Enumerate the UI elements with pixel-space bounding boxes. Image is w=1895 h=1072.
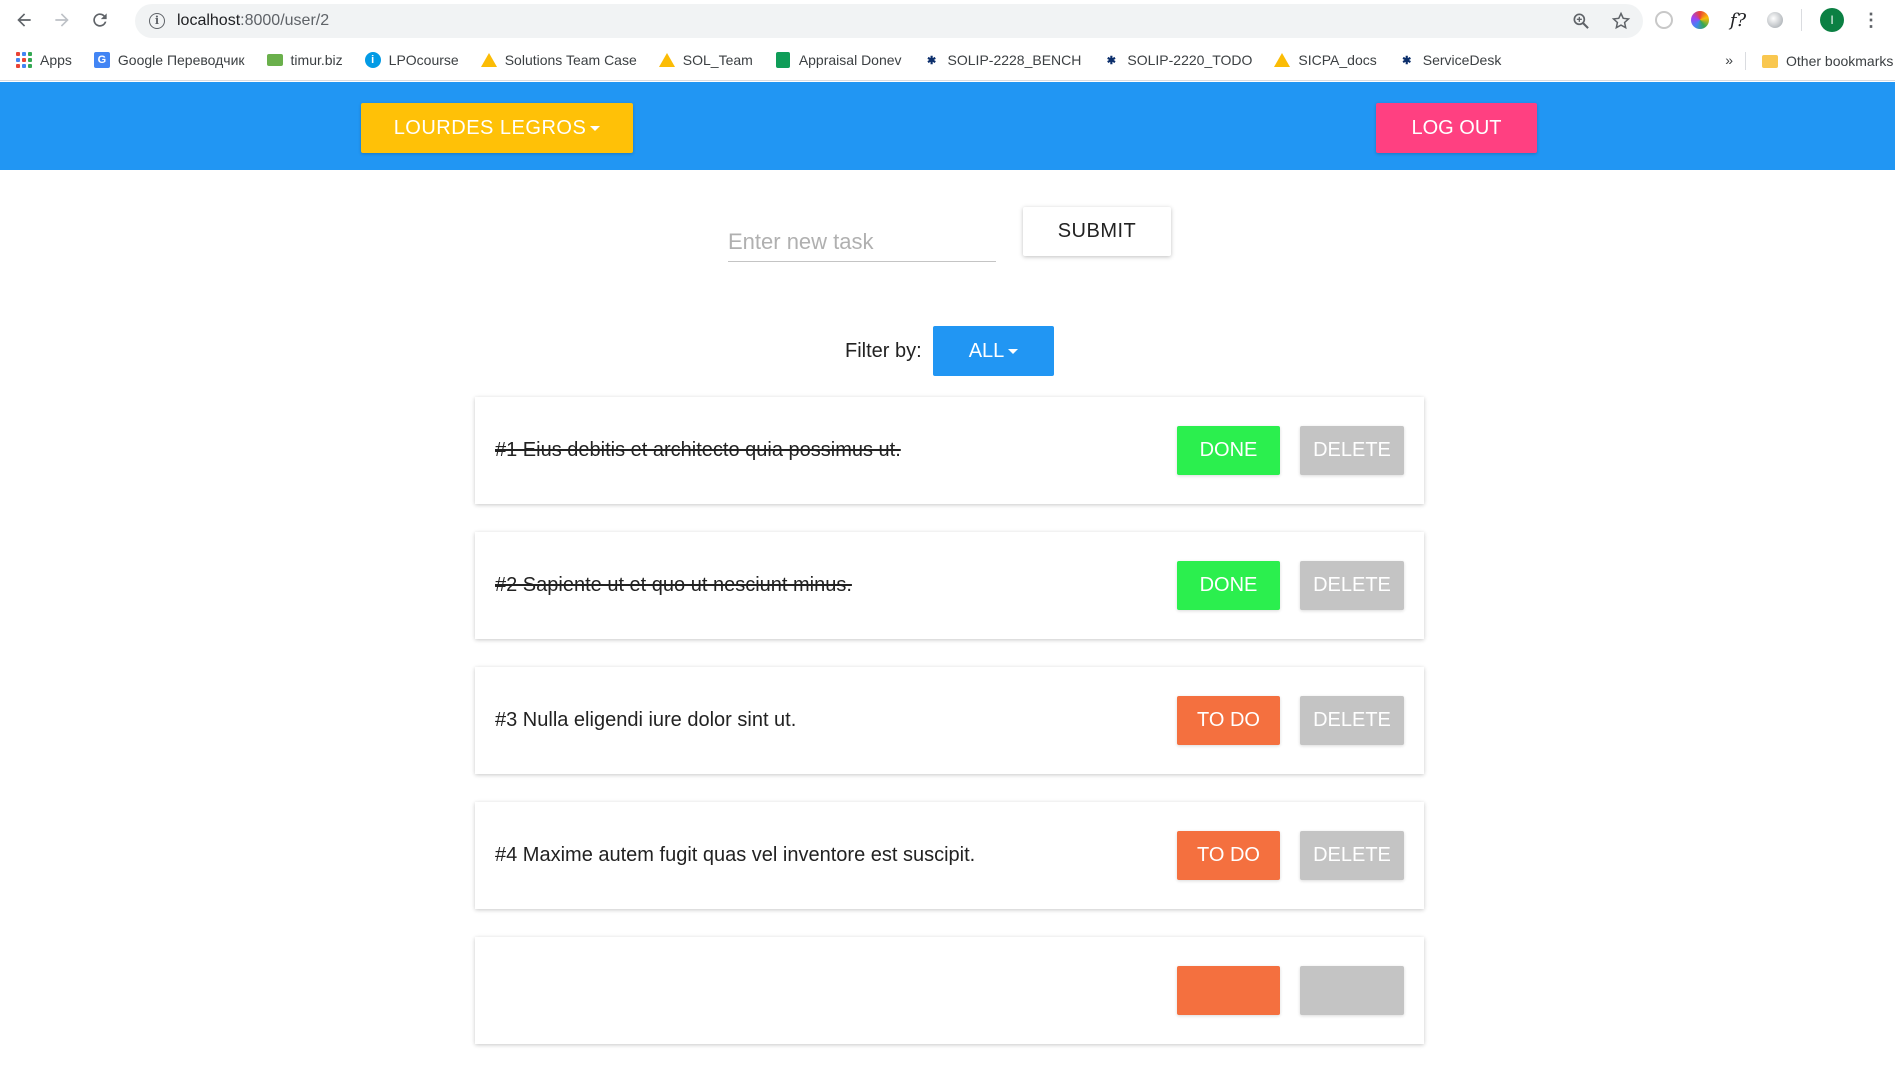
google-drive-icon (658, 52, 675, 68)
task-delete-button[interactable] (1300, 966, 1404, 1015)
bookmark-solip-2220-todo[interactable]: ✱ SOLIP-2220_TODO (1103, 52, 1253, 68)
toolbar-divider (1801, 9, 1802, 31)
bookmark-label: SOL_Team (682, 52, 753, 68)
task-text: #4 Maxime autem fugit quas vel inventore… (495, 844, 976, 866)
bookmark-star-icon[interactable] (1611, 11, 1631, 36)
task-status-button[interactable] (1177, 966, 1280, 1015)
app-header: LOURDES LEGROS LOG OUT (0, 82, 1895, 170)
jira-icon: ✱ (1402, 54, 1412, 67)
bookmark-label: timur.biz (290, 52, 343, 68)
task-delete-button[interactable]: DELETE (1300, 696, 1404, 745)
user-menu-button[interactable]: LOURDES LEGROS (361, 103, 633, 153)
circle-icon: i (364, 52, 381, 68)
url-host: localhost (177, 12, 241, 29)
back-arrow-icon[interactable] (10, 6, 38, 34)
bookmark-solip-2228-bench[interactable]: ✱ SOLIP-2228_BENCH (924, 52, 1082, 68)
bookmark-sol-team[interactable]: SOL_Team (658, 52, 753, 68)
filter-dropdown[interactable]: ALL (933, 326, 1054, 376)
google-drive-icon (1274, 52, 1291, 68)
mail-icon (266, 52, 283, 68)
bookmark-solutions-team-case[interactable]: Solutions Team Case (480, 52, 637, 68)
task-delete-button[interactable]: DELETE (1300, 831, 1404, 880)
task-card: #1 Eius debitis et architecto quia possi… (475, 397, 1424, 504)
bookmark-servicedesk[interactable]: ✱ ServiceDesk (1399, 52, 1502, 68)
task-text: #3 Nulla eligendi iure dolor sint ut. (495, 709, 797, 731)
task-status-button[interactable]: TO DO (1177, 831, 1280, 880)
extension-font-finder-icon[interactable]: f? (1727, 9, 1749, 31)
bookmark-label: Appraisal Donev (798, 52, 902, 68)
bookmarks-overflow-button[interactable]: » (1725, 52, 1733, 68)
browser-toolbar: i localhost:8000/user/2 f? I ⋮ (0, 0, 1895, 40)
bookmark-label: SOLIP-2228_BENCH (947, 52, 1082, 68)
url-text: localhost:8000/user/2 (177, 12, 329, 30)
new-task-input[interactable] (728, 222, 996, 262)
submit-button[interactable]: SUBMIT (1023, 207, 1171, 256)
url-path: :8000/user/2 (240, 12, 330, 29)
bookmark-label: LPOcourse (388, 52, 459, 68)
bookmark-google-translate[interactable]: G Google Переводчик (93, 52, 245, 68)
reload-icon[interactable] (86, 6, 114, 34)
bookmark-label: Google Переводчик (117, 52, 245, 68)
other-bookmarks-folder[interactable]: Other bookmarks (1745, 52, 1895, 70)
task-status-button[interactable]: DONE (1177, 561, 1280, 610)
logout-button[interactable]: LOG OUT (1376, 103, 1537, 153)
task-card-partial (475, 937, 1424, 1044)
bookmark-sicpa-docs[interactable]: SICPA_docs (1274, 52, 1377, 68)
extensions-area: f? I ⋮ (1655, 8, 1880, 32)
google-sheets-icon (775, 52, 791, 68)
caret-down-icon (1008, 348, 1019, 354)
jira-icon: ✱ (926, 54, 937, 67)
task-delete-button[interactable]: DELETE (1300, 426, 1404, 475)
bookmark-timur-biz[interactable]: timur.biz (266, 52, 343, 68)
bookmarks-bar: Apps G Google Переводчик timur.biz i LPO… (0, 40, 1895, 81)
forward-arrow-icon[interactable] (48, 6, 76, 34)
task-list: #1 Eius debitis et architecto quia possi… (475, 397, 1424, 1072)
task-status-button[interactable]: DONE (1177, 426, 1280, 475)
bookmark-label: ServiceDesk (1422, 52, 1502, 68)
google-translate-icon: G (93, 52, 110, 68)
task-card: #4 Maxime autem fugit quas vel inventore… (475, 802, 1424, 909)
task-card: #3 Nulla eligendi iure dolor sint ut. TO… (475, 667, 1424, 774)
extension-sphere-icon[interactable] (1767, 12, 1783, 28)
bookmark-lpocourse[interactable]: i LPOcourse (364, 52, 459, 68)
browser-menu-icon[interactable]: ⋮ (1862, 10, 1880, 31)
extension-timer-icon[interactable] (1655, 11, 1673, 29)
task-text: #2 Sapiente ut et quo ut nesciunt minus. (495, 574, 852, 596)
task-text: #1 Eius debitis et architecto quia possi… (495, 439, 901, 461)
bookmark-appraisal-donev[interactable]: Appraisal Donev (775, 52, 902, 68)
folder-icon (1762, 54, 1778, 68)
filter-value: ALL (968, 339, 1005, 362)
bookmark-apps[interactable]: Apps (16, 52, 72, 68)
task-card: #2 Sapiente ut et quo ut nesciunt minus.… (475, 532, 1424, 639)
bookmark-label: SOLIP-2220_TODO (1127, 52, 1253, 68)
task-delete-button[interactable]: DELETE (1300, 561, 1404, 610)
filter-label: Filter by: (845, 340, 922, 362)
google-drive-icon (480, 52, 497, 68)
user-name-label: LOURDES LEGROS (393, 116, 587, 139)
profile-avatar[interactable]: I (1820, 8, 1844, 32)
bookmark-label: Solutions Team Case (504, 52, 637, 68)
address-bar[interactable]: i localhost:8000/user/2 (135, 4, 1643, 38)
extension-color-picker-icon[interactable] (1691, 11, 1709, 29)
bookmark-label: SICPA_docs (1298, 52, 1377, 68)
task-status-button[interactable]: TO DO (1177, 696, 1280, 745)
zoom-icon[interactable] (1571, 11, 1591, 36)
site-info-icon[interactable]: i (149, 13, 165, 29)
other-bookmarks-label: Other bookmarks (1786, 53, 1894, 69)
caret-down-icon (590, 125, 601, 131)
apps-grid-icon (16, 52, 32, 68)
jira-icon: ✱ (1106, 54, 1116, 67)
bookmark-label: Apps (40, 52, 72, 68)
